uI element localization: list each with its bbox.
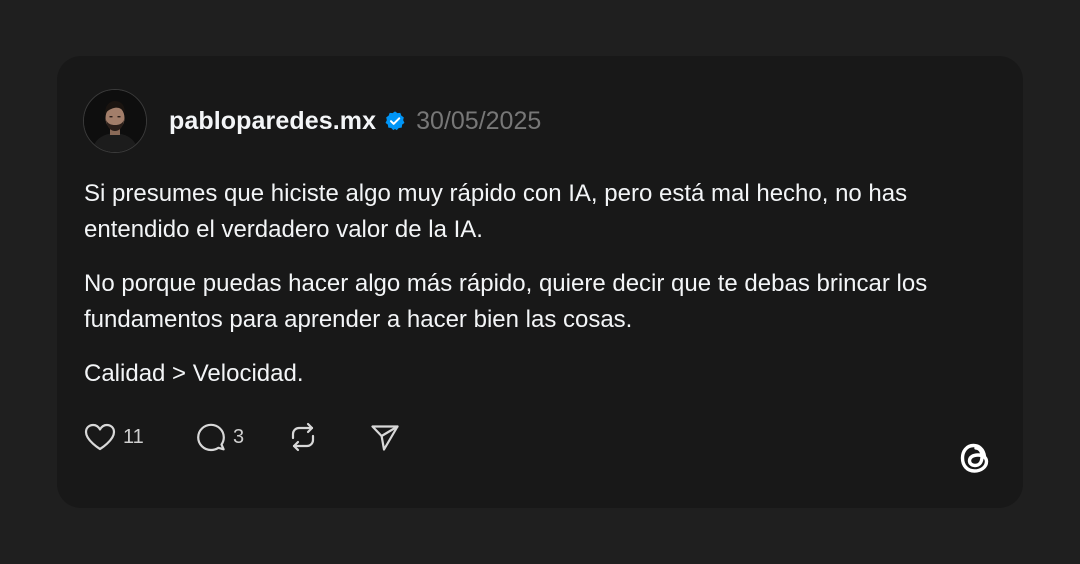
repost-button[interactable]	[287, 421, 369, 453]
send-icon	[369, 421, 401, 453]
post-paragraph: No porque puedas hacer algo más rápido, …	[84, 270, 928, 333]
comment-bubble-icon	[195, 421, 227, 453]
post-card: pabloparedes.mx 30/05/2025 Si presumes q…	[57, 56, 1023, 508]
post-paragraph: Si presumes que hiciste algo muy rápido …	[84, 180, 908, 243]
verified-badge-icon	[384, 110, 406, 132]
heart-icon	[83, 422, 117, 452]
share-button[interactable]	[369, 421, 401, 453]
avatar[interactable]	[83, 89, 147, 153]
reply-button[interactable]: 3	[195, 421, 287, 453]
post-paragraph: Calidad > Velocidad.	[84, 360, 304, 387]
like-count: 11	[123, 425, 144, 448]
like-button[interactable]: 11	[83, 422, 195, 452]
username[interactable]: pabloparedes.mx	[169, 107, 376, 136]
post-date: 30/05/2025	[416, 106, 542, 135]
post-body: Si presumes que hiciste algo muy rápido …	[84, 176, 1014, 410]
reply-count: 3	[233, 425, 245, 448]
post-header: pabloparedes.mx 30/05/2025	[83, 89, 541, 153]
repost-icon	[287, 421, 319, 453]
threads-logo[interactable]	[956, 436, 994, 480]
post-actions: 11 3	[83, 420, 401, 454]
